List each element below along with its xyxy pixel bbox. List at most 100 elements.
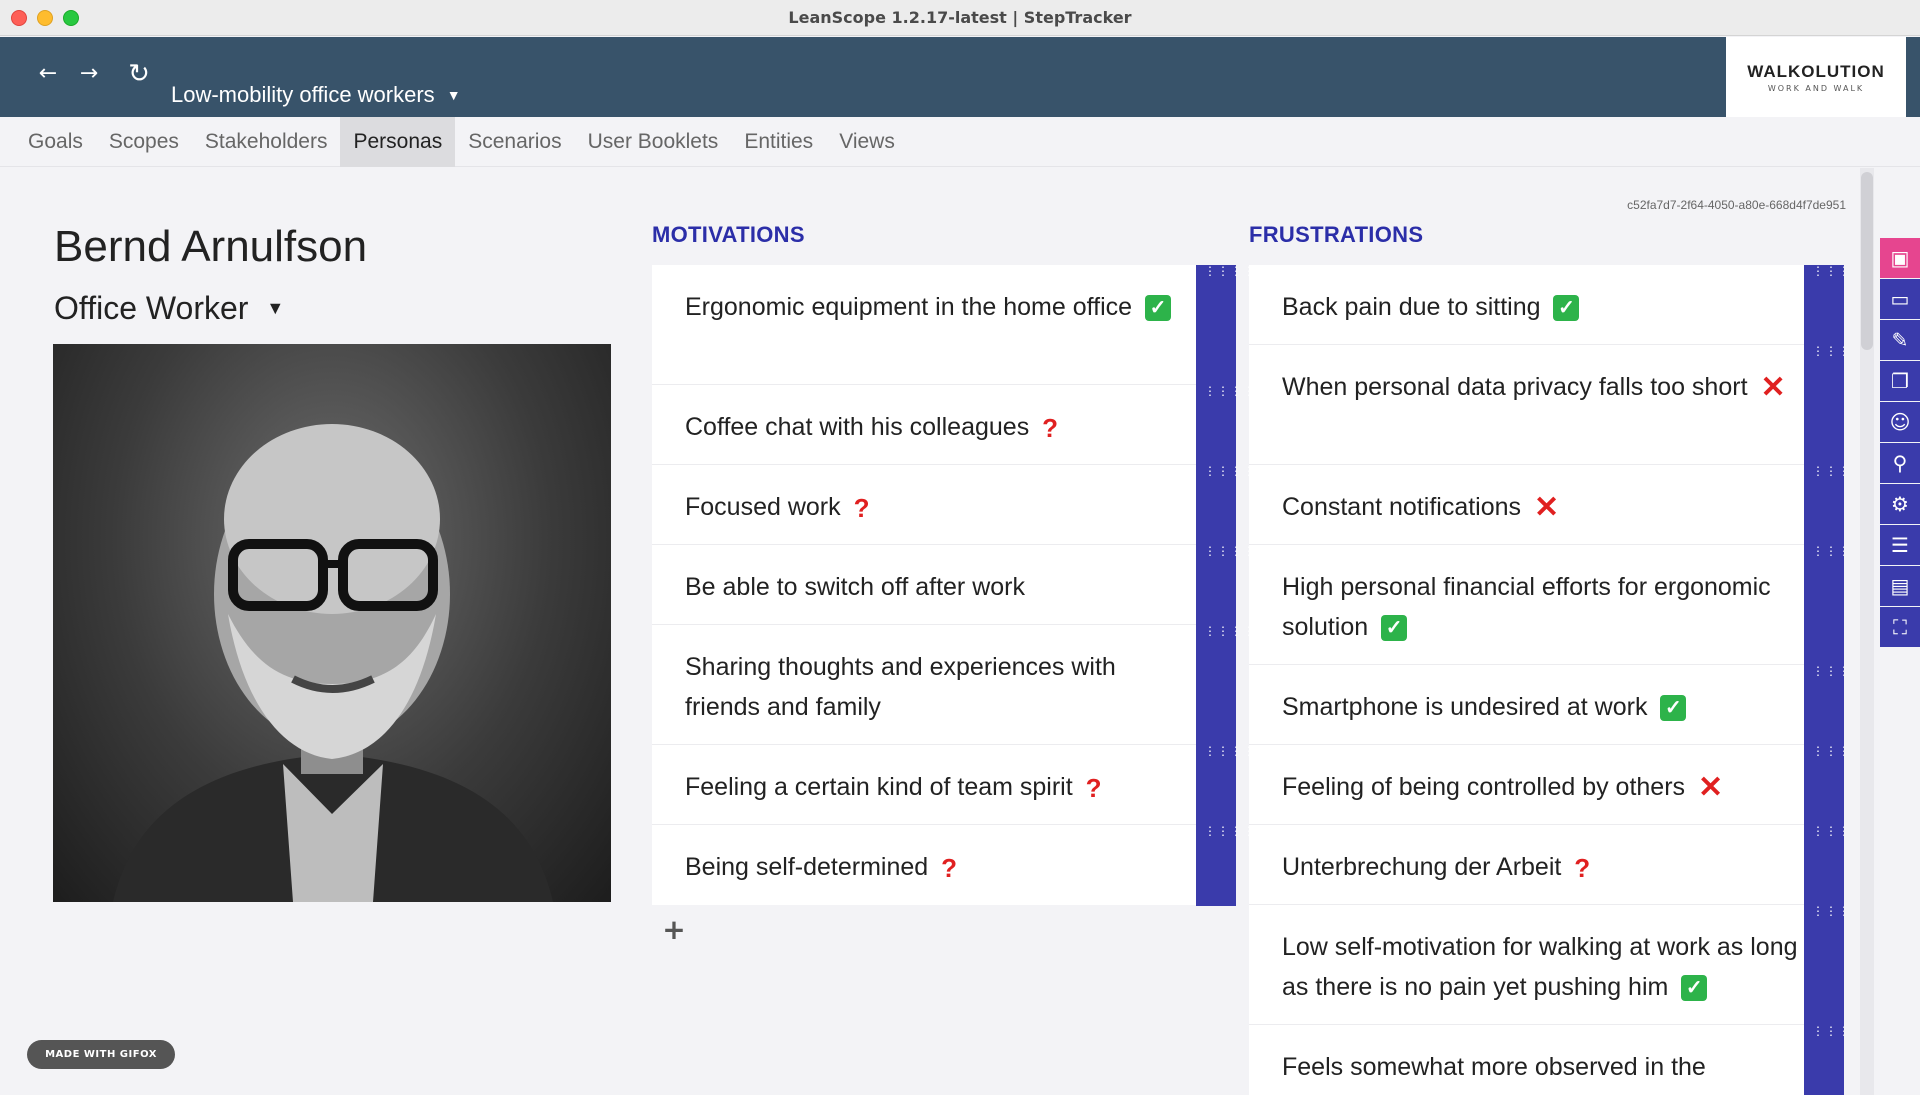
back-arrow-icon[interactable]: ← <box>33 59 63 89</box>
drag-handle[interactable]: ⋮⋮⋮⋮ <box>1804 665 1844 745</box>
drag-handle[interactable]: ⋮⋮⋮⋮ <box>1196 385 1255 465</box>
window-titlebar: LeanScope 1.2.17-latest | StepTracker <box>0 0 1920 36</box>
list-icon[interactable]: ☰ <box>1880 525 1920 565</box>
drag-handle[interactable]: ⋮⋮⋮⋮ <box>1196 465 1255 545</box>
question-mark-icon[interactable]: ? <box>941 848 957 888</box>
frustrations-list: Back pain due to sitting ✓ ⋮⋮⋮⋮ When per… <box>1249 265 1844 1095</box>
motivation-item[interactable]: Be able to switch off after work ⋮⋮⋮⋮ <box>652 544 1256 625</box>
scope-title: Low-mobility office workers <box>171 82 435 107</box>
frustration-item[interactable]: Feels somewhat more observed in the ⋮⋮⋮⋮ <box>1249 1025 1844 1095</box>
check-icon[interactable]: ✓ <box>1553 295 1580 322</box>
motivation-text: Ergonomic equipment in the home office <box>685 293 1133 321</box>
question-mark-icon[interactable]: ? <box>1574 848 1590 888</box>
tab-scopes[interactable]: Scopes <box>96 117 192 167</box>
drag-handle[interactable]: ⋮⋮⋮⋮ <box>1804 265 1844 345</box>
drag-dots-icon: ⋮⋮⋮⋮ <box>1812 544 1844 558</box>
scrollbar-thumb[interactable] <box>1861 172 1873 350</box>
easel-icon[interactable]: ⛶ <box>1880 607 1920 647</box>
frustration-item[interactable]: Unterbrechung der Arbeit ? ⋮⋮⋮⋮ <box>1249 825 1844 905</box>
presentation-icon[interactable]: ▣ <box>1880 238 1920 278</box>
motivation-text: Sharing thoughts and experiences with fr… <box>685 653 1116 721</box>
cross-icon[interactable]: ✕ <box>1698 768 1723 808</box>
motivation-text: Being self-determined <box>685 853 929 881</box>
drag-dots-icon: ⋮⋮⋮⋮ <box>1204 824 1256 838</box>
tab-entities[interactable]: Entities <box>731 117 826 167</box>
frustration-text: Unterbrechung der Arbeit <box>1282 853 1562 881</box>
frustration-item[interactable]: Back pain due to sitting ✓ ⋮⋮⋮⋮ <box>1249 265 1844 345</box>
persona-photo <box>53 344 611 902</box>
motivation-item[interactable]: Being self-determined ? ⋮⋮⋮⋮ <box>652 824 1256 906</box>
drag-dots-icon: ⋮⋮⋮⋮ <box>1812 265 1844 278</box>
tab-scenarios[interactable]: Scenarios <box>455 117 574 167</box>
drag-dots-icon: ⋮⋮⋮⋮ <box>1204 744 1256 758</box>
drag-handle[interactable]: ⋮⋮⋮⋮ <box>1804 465 1844 545</box>
logo-wordmark: WALKOLUTION <box>1747 61 1885 81</box>
frustration-item[interactable]: When personal data privacy falls too sho… <box>1249 345 1844 465</box>
gear-icon[interactable]: ⚙ <box>1880 484 1920 524</box>
search-icon[interactable]: ⚲ <box>1880 443 1920 483</box>
motivation-item[interactable]: Sharing thoughts and experiences with fr… <box>652 624 1256 745</box>
drag-dots-icon: ⋮⋮⋮⋮ <box>1204 544 1256 558</box>
frustrations-heading: FRUSTRATIONS <box>1249 222 1424 247</box>
drag-handle[interactable]: ⋮⋮⋮⋮ <box>1804 545 1844 665</box>
motivations-heading: MOTIVATIONS <box>652 222 805 247</box>
contact-card-icon[interactable]: ▤ <box>1880 566 1920 606</box>
frustration-text: Feeling of being controlled by others <box>1282 773 1686 801</box>
question-mark-icon[interactable]: ? <box>854 488 870 528</box>
gifox-badge-text: MADE WITH GIFOX <box>45 1049 157 1060</box>
check-icon[interactable]: ✓ <box>1660 695 1687 722</box>
refresh-icon[interactable]: ↻ <box>124 59 154 89</box>
tab-personas[interactable]: Personas <box>340 117 456 167</box>
motivation-item[interactable]: Focused work ? ⋮⋮⋮⋮ <box>652 465 1255 545</box>
logo-tagline: WORK AND WALK <box>1767 83 1865 93</box>
drag-dots-icon: ⋮⋮⋮⋮ <box>1204 624 1256 638</box>
check-icon[interactable]: ✓ <box>1144 295 1171 322</box>
frustration-text: Smartphone is undesired at work <box>1282 693 1648 721</box>
cards-icon[interactable]: ❐ <box>1880 361 1920 401</box>
cross-icon[interactable]: ✕ <box>1760 368 1785 408</box>
drag-handle[interactable]: ⋮⋮⋮⋮ <box>1804 745 1844 825</box>
drag-handle[interactable]: ⋮⋮⋮⋮ <box>1804 825 1844 905</box>
persona-role-dropdown[interactable]: Office Worker ▼ <box>54 290 284 327</box>
frustration-item[interactable]: Low self-motivation for walking at work … <box>1249 905 1844 1025</box>
drag-handle[interactable]: ⋮⋮⋮⋮ <box>1804 1025 1844 1095</box>
tab-stakeholders[interactable]: Stakeholders <box>192 117 341 167</box>
drag-handle[interactable]: ⋮⋮⋮⋮ <box>1804 345 1844 465</box>
question-mark-icon[interactable]: ? <box>1086 768 1102 808</box>
drag-handle[interactable]: ⋮⋮⋮⋮ <box>1804 905 1844 1025</box>
drag-handle[interactable]: ⋮⋮⋮⋮ <box>1196 624 1256 745</box>
cross-icon[interactable]: ✕ <box>1534 488 1559 528</box>
tablet-icon[interactable]: ▭ <box>1880 279 1920 319</box>
drag-handle[interactable]: ⋮⋮⋮⋮ <box>1196 544 1256 625</box>
frustration-item[interactable]: Smartphone is undesired at work ✓ ⋮⋮⋮⋮ <box>1249 665 1844 745</box>
drag-handle[interactable]: ⋮⋮⋮⋮ <box>1196 824 1256 906</box>
tab-views[interactable]: Views <box>826 117 908 167</box>
frustration-item[interactable]: Constant notifications ✕ ⋮⋮⋮⋮ <box>1249 465 1844 545</box>
tab-user-booklets[interactable]: User Booklets <box>575 117 732 167</box>
frustration-text: Constant notifications <box>1282 493 1522 521</box>
drag-handle[interactable]: ⋮⋮⋮⋮ <box>1196 744 1256 825</box>
document-icon[interactable]: ✎ <box>1880 320 1920 360</box>
add-motivation-button[interactable]: + <box>656 912 692 948</box>
forward-arrow-icon[interactable]: → <box>74 59 104 89</box>
smiley-icon[interactable]: ☺ <box>1880 402 1920 442</box>
frustration-text: Low self-motivation for walking at work … <box>1282 933 1798 1001</box>
check-icon[interactable]: ✓ <box>1381 615 1408 642</box>
frustration-text: When personal data privacy falls too sho… <box>1282 373 1748 401</box>
drag-dots-icon: ⋮⋮⋮⋮ <box>1812 904 1844 918</box>
tab-goals[interactable]: Goals <box>15 117 96 167</box>
frustration-text: High personal financial efforts for ergo… <box>1282 573 1771 641</box>
frustration-item[interactable]: Feeling of being controlled by others ✕ … <box>1249 745 1844 825</box>
main-nav: Goals Scopes Stakeholders Personas Scena… <box>0 117 1920 167</box>
question-mark-icon[interactable]: ? <box>1042 408 1058 448</box>
frustration-item[interactable]: High personal financial efforts for ergo… <box>1249 545 1844 665</box>
persona-name[interactable]: Bernd Arnulfson <box>54 222 367 272</box>
motivation-item[interactable]: Coffee chat with his colleagues ? ⋮⋮⋮⋮ <box>652 385 1255 465</box>
drag-handle[interactable]: ⋮⋮⋮⋮ <box>1196 265 1255 385</box>
motivation-text: Be able to switch off after work <box>685 573 1025 601</box>
motivation-item[interactable]: Feeling a certain kind of team spirit ? … <box>652 744 1256 825</box>
check-icon[interactable]: ✓ <box>1681 975 1708 1002</box>
persona-id: c52fa7d7-2f64-4050-a80e-668d4f7de951 <box>1627 198 1846 212</box>
motivation-item[interactable]: Ergonomic equipment in the home office ✓… <box>652 265 1255 385</box>
scope-dropdown[interactable]: Low-mobility office workers ▼ <box>171 82 461 108</box>
